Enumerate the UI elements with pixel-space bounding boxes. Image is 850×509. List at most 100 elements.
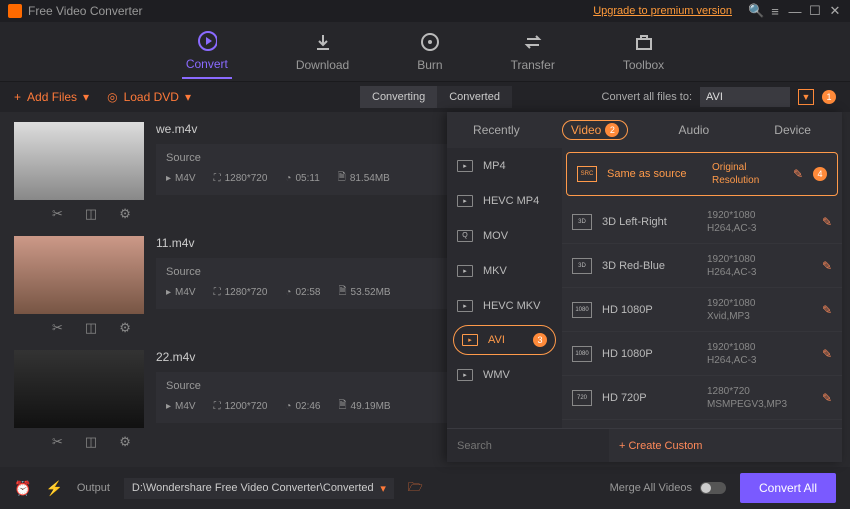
output-format-combo[interactable]: AVI: [700, 87, 790, 107]
disc-icon: ◎: [107, 90, 117, 104]
convert-all-button[interactable]: Convert All: [740, 473, 836, 503]
effects-icon[interactable]: ⚙: [119, 320, 131, 336]
preset-name: Same as source: [607, 168, 702, 180]
cut-icon[interactable]: ✂: [52, 206, 63, 222]
preset-icon: 1080: [572, 346, 592, 362]
edit-icon[interactable]: ✎: [822, 215, 832, 229]
resolution-chip: ⛶ 1280*720: [214, 287, 268, 298]
format-hevc-mkv[interactable]: ▸HEVC MKV: [447, 288, 562, 323]
transfer-icon: [523, 32, 543, 52]
format-mov[interactable]: QMOV: [447, 218, 562, 253]
format-icon: ▸: [457, 160, 473, 172]
tab-label: Toolbox: [623, 58, 664, 72]
format-icon: ▸: [457, 369, 473, 381]
crop-icon[interactable]: ◫: [85, 434, 97, 450]
crop-icon[interactable]: ◫: [85, 320, 97, 336]
merge-videos-toggle[interactable]: Merge All Videos: [610, 482, 726, 494]
size-chip: 🗎 49.19MB: [339, 398, 391, 415]
panel-tab-audio[interactable]: Audio: [645, 112, 744, 148]
thumbnail[interactable]: [14, 122, 144, 200]
duration-chip: ◔ 02:46: [285, 401, 320, 412]
panel-tab-device[interactable]: Device: [743, 112, 842, 148]
tab-label: Download: [296, 58, 349, 72]
format-icon: ▸: [457, 195, 473, 207]
add-files-button[interactable]: + Add Files ▾: [14, 90, 89, 104]
format-icon: ▸: [462, 334, 478, 346]
preset-name: HD 1080P: [602, 348, 697, 360]
preset-same-as-source[interactable]: SRC Same as source Original Resolution ✎…: [566, 152, 838, 196]
tab-converting[interactable]: Converting: [360, 86, 437, 108]
duration-chip: ◔ 05:11: [285, 173, 319, 184]
resolution-chip: ⛶ 1200*720: [214, 401, 268, 412]
tab-toolbox[interactable]: Toolbox: [619, 26, 668, 78]
effects-icon[interactable]: ⚙: [119, 434, 131, 450]
open-folder-icon[interactable]: 🗁: [408, 478, 423, 499]
thumbnail[interactable]: [14, 236, 144, 314]
menu-icon[interactable]: ≡: [768, 4, 782, 19]
chevron-down-icon: ▾: [380, 482, 386, 495]
edit-icon[interactable]: ✎: [793, 167, 803, 181]
chevron-down-icon: ▾: [83, 90, 89, 104]
cut-icon[interactable]: ✂: [52, 320, 63, 336]
output-path: D:\Wondershare Free Video Converter\Conv…: [132, 482, 374, 494]
format-chip: ▸ M4V: [166, 173, 196, 184]
burn-icon: [420, 32, 440, 52]
preset-icon: 720: [572, 390, 592, 406]
close-button[interactable]: ✕: [828, 3, 842, 19]
create-custom-button[interactable]: + Create Custom: [609, 440, 842, 452]
tab-label: Burn: [417, 58, 442, 72]
edit-icon[interactable]: ✎: [822, 347, 832, 361]
panel-tab-video[interactable]: Video2: [546, 112, 645, 148]
maximize-button[interactable]: ☐: [808, 3, 822, 19]
clock-icon[interactable]: ⏰: [14, 480, 31, 497]
duration-chip: ◔ 02:58: [285, 287, 320, 298]
tab-transfer[interactable]: Transfer: [507, 26, 559, 78]
tab-label: Convert: [186, 57, 228, 71]
step-badge-1: 1: [822, 90, 836, 104]
tab-label: Transfer: [511, 58, 555, 72]
preset-item[interactable]: 1080 HD 1080P 1920*1080Xvid,MP3 ✎: [562, 288, 842, 332]
load-dvd-label: Load DVD: [124, 90, 179, 104]
format-mkv[interactable]: ▸MKV: [447, 253, 562, 288]
format-hevc-mp4[interactable]: ▸HEVC MP4: [447, 183, 562, 218]
tab-convert[interactable]: Convert: [182, 25, 232, 79]
edit-icon[interactable]: ✎: [822, 259, 832, 273]
step-badge-3: 3: [533, 333, 547, 347]
format-wmv[interactable]: ▸WMV: [447, 357, 562, 392]
upgrade-link[interactable]: Upgrade to premium version: [593, 5, 732, 17]
preset-item[interactable]: 720 HD 720P 1280*720MSMPEGV3,MP3 ✎: [562, 376, 842, 420]
convert-icon: [197, 31, 217, 51]
load-dvd-button[interactable]: ◎ Load DVD ▾: [107, 90, 191, 104]
preset-name: 3D Red-Blue: [602, 260, 697, 272]
format-panel: Recently Video2 Audio Device ▸MP4 ▸HEVC …: [447, 112, 842, 462]
search-icon[interactable]: 🔍: [748, 3, 762, 19]
step-badge-2: 2: [605, 123, 619, 137]
tab-converted[interactable]: Converted: [437, 86, 512, 108]
tab-download[interactable]: Download: [292, 26, 353, 78]
panel-tab-recently[interactable]: Recently: [447, 112, 546, 148]
thumbnail[interactable]: [14, 350, 144, 428]
preset-item[interactable]: 3D 3D Red-Blue 1920*1080H264,AC-3 ✎: [562, 244, 842, 288]
format-mp4[interactable]: ▸MP4: [447, 148, 562, 183]
search-input[interactable]: [447, 429, 609, 462]
cut-icon[interactable]: ✂: [52, 434, 63, 450]
toggle-switch[interactable]: [700, 482, 726, 494]
edit-icon[interactable]: ✎: [822, 303, 832, 317]
edit-icon[interactable]: ✎: [822, 391, 832, 405]
preset-item[interactable]: 1080 HD 1080P 1920*1080H264,AC-3 ✎: [562, 332, 842, 376]
effects-icon[interactable]: ⚙: [119, 206, 131, 222]
crop-icon[interactable]: ◫: [85, 206, 97, 222]
output-path-combo[interactable]: D:\Wondershare Free Video Converter\Conv…: [124, 478, 394, 499]
size-chip: 🗎 53.52MB: [339, 284, 391, 301]
chevron-down-icon: ▾: [185, 90, 191, 104]
format-avi[interactable]: ▸AVI3: [453, 325, 556, 355]
minimize-button[interactable]: —: [788, 4, 802, 19]
toolbox-icon: [634, 32, 654, 52]
preset-item[interactable]: 3D 3D Left-Right 1920*1080H264,AC-3 ✎: [562, 200, 842, 244]
format-chip: ▸ M4V: [166, 401, 196, 412]
accelerate-icon[interactable]: ⚡: [45, 480, 62, 497]
merge-label: Merge All Videos: [610, 482, 692, 494]
tab-burn[interactable]: Burn: [413, 26, 446, 78]
format-dropdown-button[interactable]: ▼: [798, 89, 814, 105]
app-title: Free Video Converter: [28, 4, 143, 18]
